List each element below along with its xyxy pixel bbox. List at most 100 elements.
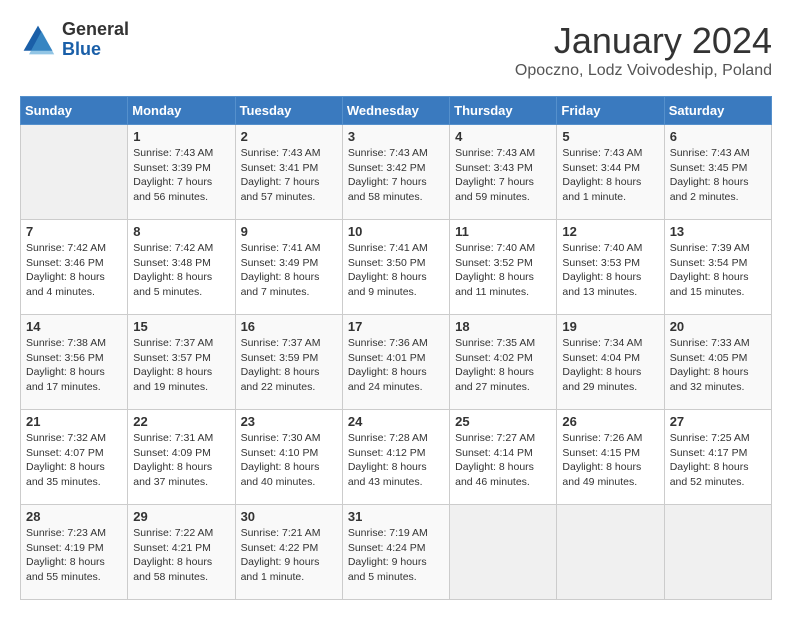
calendar-cell: 30 Sunrise: 7:21 AM Sunset: 4:22 PM Dayli… <box>235 505 342 600</box>
logo-general: General <box>62 20 129 40</box>
day-number: 28 <box>26 509 122 524</box>
weekday-header-thursday: Thursday <box>450 97 557 125</box>
day-info: Sunrise: 7:36 AM Sunset: 4:01 PM Dayligh… <box>348 336 444 395</box>
calendar-cell: 11 Sunrise: 7:40 AM Sunset: 3:52 PM Dayli… <box>450 220 557 315</box>
day-info: Sunrise: 7:26 AM Sunset: 4:15 PM Dayligh… <box>562 431 658 490</box>
day-info: Sunrise: 7:32 AM Sunset: 4:07 PM Dayligh… <box>26 431 122 490</box>
day-info: Sunrise: 7:43 AM Sunset: 3:45 PM Dayligh… <box>670 146 766 205</box>
day-number: 12 <box>562 224 658 239</box>
day-info: Sunrise: 7:40 AM Sunset: 3:53 PM Dayligh… <box>562 241 658 300</box>
calendar-cell <box>664 505 771 600</box>
calendar-cell: 2 Sunrise: 7:43 AM Sunset: 3:41 PM Daylig… <box>235 125 342 220</box>
calendar-cell: 4Sunrise: 7:43 AM Sunset: 3:43 PM Daylig… <box>450 125 557 220</box>
day-number: 18 <box>455 319 551 334</box>
day-number: 31 <box>348 509 444 524</box>
calendar-cell: 26 Sunrise: 7:26 AM Sunset: 4:15 PM Dayli… <box>557 410 664 505</box>
calendar-cell: 5 Sunrise: 7:43 AM Sunset: 3:44 PM Daylig… <box>557 125 664 220</box>
day-info: Sunrise: 7:39 AM Sunset: 3:54 PM Dayligh… <box>670 241 766 300</box>
day-number: 7 <box>26 224 122 239</box>
day-number: 21 <box>26 414 122 429</box>
weekday-header-row: SundayMondayTuesdayWednesdayThursdayFrid… <box>21 97 772 125</box>
day-info: Sunrise: 7:34 AM Sunset: 4:04 PM Dayligh… <box>562 336 658 395</box>
day-number: 22 <box>133 414 229 429</box>
day-info: Sunrise: 7:33 AM Sunset: 4:05 PM Dayligh… <box>670 336 766 395</box>
calendar-cell <box>21 125 128 220</box>
day-number: 19 <box>562 319 658 334</box>
day-info: Sunrise: 7:43 AM Sunset: 3:43 PM Dayligh… <box>455 146 551 205</box>
calendar-cell <box>557 505 664 600</box>
calendar-cell: 17 Sunrise: 7:36 AM Sunset: 4:01 PM Dayli… <box>342 315 449 410</box>
calendar-cell <box>450 505 557 600</box>
calendar-cell: 18 Sunrise: 7:35 AM Sunset: 4:02 PM Dayli… <box>450 315 557 410</box>
location: Opoczno, Lodz Voivodeship, Poland <box>515 62 772 80</box>
day-number: 9 <box>241 224 337 239</box>
calendar-cell: 16 Sunrise: 7:37 AM Sunset: 3:59 PM Dayli… <box>235 315 342 410</box>
day-info: Sunrise: 7:41 AM Sunset: 3:50 PM Dayligh… <box>348 241 444 300</box>
calendar-cell: 15Sunrise: 7:37 AM Sunset: 3:57 PM Dayli… <box>128 315 235 410</box>
day-info: Sunrise: 7:21 AM Sunset: 4:22 PM Dayligh… <box>241 526 337 585</box>
week-row-2: 7 Sunrise: 7:42 AM Sunset: 3:46 PM Daylig… <box>21 220 772 315</box>
day-info: Sunrise: 7:37 AM Sunset: 3:59 PM Dayligh… <box>241 336 337 395</box>
day-number: 25 <box>455 414 551 429</box>
weekday-header-friday: Friday <box>557 97 664 125</box>
day-number: 26 <box>562 414 658 429</box>
day-number: 11 <box>455 224 551 239</box>
logo-text: General Blue <box>62 20 129 60</box>
day-info: Sunrise: 7:30 AM Sunset: 4:10 PM Dayligh… <box>241 431 337 490</box>
calendar-cell: 3Sunrise: 7:43 AM Sunset: 3:42 PM Daylig… <box>342 125 449 220</box>
calendar-cell: 31 Sunrise: 7:19 AM Sunset: 4:24 PM Dayli… <box>342 505 449 600</box>
day-info: Sunrise: 7:43 AM Sunset: 3:44 PM Dayligh… <box>562 146 658 205</box>
day-info: Sunrise: 7:28 AM Sunset: 4:12 PM Dayligh… <box>348 431 444 490</box>
calendar-cell: 19 Sunrise: 7:34 AM Sunset: 4:04 PM Dayli… <box>557 315 664 410</box>
week-row-3: 14 Sunrise: 7:38 AM Sunset: 3:56 PM Dayli… <box>21 315 772 410</box>
day-number: 24 <box>348 414 444 429</box>
calendar-cell: 1 Sunrise: 7:43 AM Sunset: 3:39 PM Daylig… <box>128 125 235 220</box>
day-number: 3 <box>348 129 444 144</box>
calendar-cell: 22 Sunrise: 7:31 AM Sunset: 4:09 PM Dayli… <box>128 410 235 505</box>
calendar-cell: 12 Sunrise: 7:40 AM Sunset: 3:53 PM Dayli… <box>557 220 664 315</box>
weekday-header-saturday: Saturday <box>664 97 771 125</box>
calendar-cell: 6Sunrise: 7:43 AM Sunset: 3:45 PM Daylig… <box>664 125 771 220</box>
weekday-header-wednesday: Wednesday <box>342 97 449 125</box>
calendar-cell: 29Sunrise: 7:22 AM Sunset: 4:21 PM Dayli… <box>128 505 235 600</box>
day-number: 13 <box>670 224 766 239</box>
title-block: January 2024 Opoczno, Lodz Voivodeship, … <box>515 20 772 80</box>
day-number: 2 <box>241 129 337 144</box>
day-info: Sunrise: 7:43 AM Sunset: 3:41 PM Dayligh… <box>241 146 337 205</box>
day-info: Sunrise: 7:42 AM Sunset: 3:46 PM Dayligh… <box>26 241 122 300</box>
week-row-4: 21 Sunrise: 7:32 AM Sunset: 4:07 PM Dayli… <box>21 410 772 505</box>
calendar-cell: 23 Sunrise: 7:30 AM Sunset: 4:10 PM Dayli… <box>235 410 342 505</box>
day-info: Sunrise: 7:27 AM Sunset: 4:14 PM Dayligh… <box>455 431 551 490</box>
day-info: Sunrise: 7:40 AM Sunset: 3:52 PM Dayligh… <box>455 241 551 300</box>
day-info: Sunrise: 7:31 AM Sunset: 4:09 PM Dayligh… <box>133 431 229 490</box>
day-number: 15 <box>133 319 229 334</box>
calendar-cell: 13 Sunrise: 7:39 AM Sunset: 3:54 PM Dayli… <box>664 220 771 315</box>
day-number: 1 <box>133 129 229 144</box>
page-header: General Blue January 2024 Opoczno, Lodz … <box>20 20 772 80</box>
day-number: 27 <box>670 414 766 429</box>
week-row-5: 28 Sunrise: 7:23 AM Sunset: 4:19 PM Dayli… <box>21 505 772 600</box>
day-info: Sunrise: 7:19 AM Sunset: 4:24 PM Dayligh… <box>348 526 444 585</box>
day-number: 10 <box>348 224 444 239</box>
calendar-cell: 21 Sunrise: 7:32 AM Sunset: 4:07 PM Dayli… <box>21 410 128 505</box>
day-number: 16 <box>241 319 337 334</box>
logo-blue: Blue <box>62 40 129 60</box>
day-info: Sunrise: 7:38 AM Sunset: 3:56 PM Dayligh… <box>26 336 122 395</box>
day-info: Sunrise: 7:23 AM Sunset: 4:19 PM Dayligh… <box>26 526 122 585</box>
day-info: Sunrise: 7:35 AM Sunset: 4:02 PM Dayligh… <box>455 336 551 395</box>
calendar-cell: 7 Sunrise: 7:42 AM Sunset: 3:46 PM Daylig… <box>21 220 128 315</box>
day-info: Sunrise: 7:42 AM Sunset: 3:48 PM Dayligh… <box>133 241 229 300</box>
day-number: 14 <box>26 319 122 334</box>
day-info: Sunrise: 7:43 AM Sunset: 3:39 PM Dayligh… <box>133 146 229 205</box>
day-number: 30 <box>241 509 337 524</box>
calendar-cell: 8Sunrise: 7:42 AM Sunset: 3:48 PM Daylig… <box>128 220 235 315</box>
day-number: 20 <box>670 319 766 334</box>
day-number: 5 <box>562 129 658 144</box>
day-info: Sunrise: 7:25 AM Sunset: 4:17 PM Dayligh… <box>670 431 766 490</box>
calendar-cell: 20 Sunrise: 7:33 AM Sunset: 4:05 PM Dayli… <box>664 315 771 410</box>
weekday-header-monday: Monday <box>128 97 235 125</box>
day-number: 23 <box>241 414 337 429</box>
day-number: 17 <box>348 319 444 334</box>
month-title: January 2024 <box>515 20 772 62</box>
weekday-header-tuesday: Tuesday <box>235 97 342 125</box>
